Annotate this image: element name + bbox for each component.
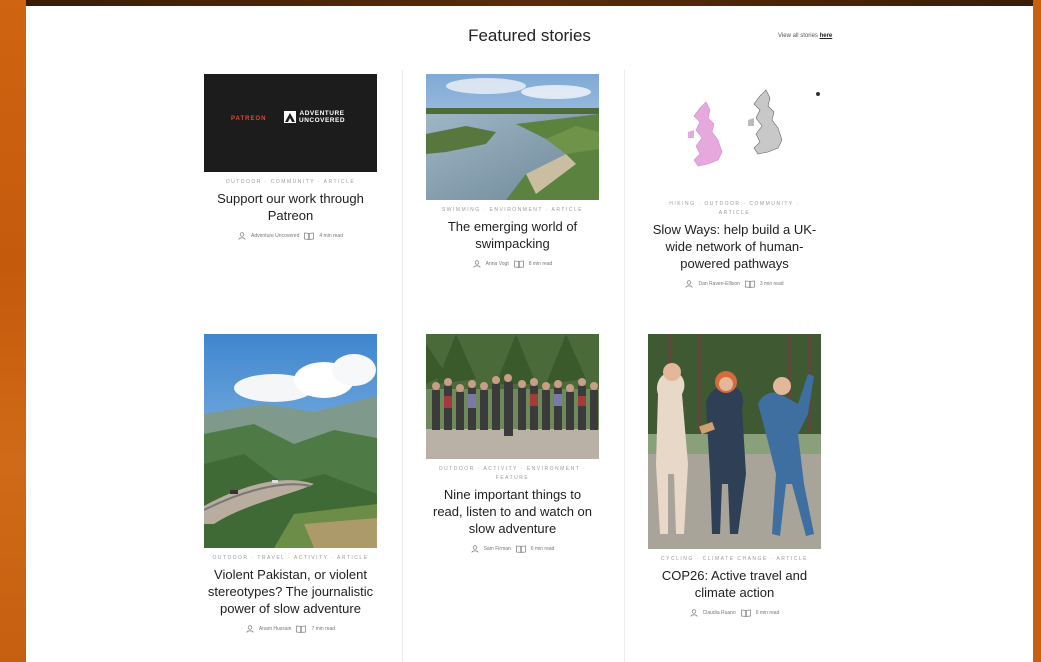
adventure-uncovered-logo: ADVENTURE UNCOVERED <box>284 110 345 124</box>
story-title[interactable]: COP26: Active travel and climate action <box>648 567 821 601</box>
section-title: Featured stories <box>468 26 591 45</box>
column-divider <box>402 70 403 662</box>
mountain-valley-road-image <box>204 334 377 548</box>
book-icon <box>515 545 526 553</box>
story-read-time: 6 min read <box>530 546 555 552</box>
story-read-time: 6 min read <box>755 610 780 616</box>
user-icon <box>238 232 246 240</box>
story-thumbnail[interactable] <box>204 334 377 548</box>
book-icon <box>513 260 524 268</box>
story-card-swimpacking[interactable]: SWIMMING · ENVIRONMENT · ARTICLE The eme… <box>426 74 599 268</box>
view-all-prefix: View all stories <box>778 33 820 39</box>
story-author[interactable]: Adventure Uncovered <box>251 233 299 239</box>
story-read-time: 4 min read <box>319 233 343 239</box>
story-read-time: 7 min read <box>311 626 336 632</box>
story-thumbnail[interactable] <box>648 74 821 194</box>
story-author[interactable]: Anna Vogt <box>486 261 509 267</box>
user-icon <box>690 609 698 617</box>
story-card-cop26[interactable]: CYCLING · CLIMATE CHANGE · ARTICLE COP26… <box>648 334 821 617</box>
story-card-patreon[interactable]: PATREON ADVENTURE UNCOVERED OUTDOOR · CO… <box>204 74 377 240</box>
right-border-decoration <box>1033 0 1041 662</box>
view-all-here-link[interactable]: here <box>820 33 833 39</box>
logo-line-1: ADVENTURE <box>299 110 345 117</box>
story-author[interactable]: Claudia Ruano <box>703 610 736 616</box>
patreon-logo-text: PATREON <box>231 116 267 122</box>
book-icon <box>740 609 751 617</box>
logo-line-2: UNCOVERED <box>299 117 346 124</box>
story-read-time: 3 min read <box>759 281 784 287</box>
story-card-slow-ways[interactable]: HIKING · OUTDOOR · COMMUNITY · ARTICLE S… <box>648 74 821 288</box>
story-tags: OUTDOOR · ACTIVITY · ENVIRONMENT · FEATU… <box>438 466 587 481</box>
book-icon <box>296 625 307 633</box>
story-author[interactable]: Dan Raven-Ellison <box>698 281 739 287</box>
story-author[interactable]: Sam Firman <box>484 546 511 552</box>
story-meta: Adventure Uncovered 4 min read <box>204 232 377 240</box>
hiking-group-image <box>426 334 599 459</box>
story-thumbnail[interactable] <box>648 334 821 549</box>
left-border-decoration <box>0 0 26 662</box>
story-title[interactable]: Nine important things to read, listen to… <box>426 486 599 537</box>
story-meta: Anam Hussain 7 min read <box>204 625 377 633</box>
story-author[interactable]: Anam Hussain <box>259 626 292 632</box>
column-divider <box>624 70 625 662</box>
story-tags: OUTDOOR · TRAVEL · ACTIVITY · ARTICLE <box>212 555 369 561</box>
story-title[interactable]: The emerging world of swimpacking <box>426 218 599 252</box>
story-tags: SWIMMING · ENVIRONMENT · ARTICLE <box>441 207 584 213</box>
story-read-time: 8 min read <box>528 261 553 267</box>
story-thumbnail[interactable] <box>426 334 599 459</box>
book-icon <box>304 232 315 240</box>
story-title[interactable]: Violent Pakistan, or violent stereotypes… <box>204 566 377 617</box>
user-icon <box>246 625 254 633</box>
story-tags: OUTDOOR · COMMUNITY · ARTICLE <box>225 179 356 185</box>
uk-maps-image <box>688 89 783 167</box>
story-meta: Anna Vogt 8 min read <box>426 260 599 268</box>
cyclists-celebrating-image <box>648 334 821 549</box>
story-meta: Dan Raven-Ellison 3 min read <box>648 280 821 288</box>
book-icon <box>744 280 755 288</box>
mountain-logo-icon <box>284 111 296 123</box>
story-tags: CYCLING · CLIMATE CHANGE · ARTICLE <box>661 556 808 562</box>
river-landscape-image <box>426 74 599 200</box>
featured-stories-section: Featured stories View all stories here P… <box>26 6 1033 662</box>
user-icon <box>473 260 481 268</box>
story-thumbnail[interactable] <box>426 74 599 200</box>
user-icon <box>470 545 479 553</box>
story-card-nine-things[interactable]: OUTDOOR · ACTIVITY · ENVIRONMENT · FEATU… <box>426 334 599 553</box>
story-title[interactable]: Slow Ways: help build a UK-wide network … <box>648 221 821 272</box>
story-tags: HIKING · OUTDOOR · COMMUNITY · ARTICLE <box>669 201 800 216</box>
story-meta: Claudia Ruano 6 min read <box>648 609 821 617</box>
map-marker-icon <box>816 92 820 96</box>
view-all-stories-link[interactable]: View all stories here <box>778 33 832 39</box>
user-icon <box>685 280 694 288</box>
story-card-pakistan[interactable]: OUTDOOR · TRAVEL · ACTIVITY · ARTICLE Vi… <box>204 334 377 633</box>
story-title[interactable]: Support our work through Patreon <box>204 190 377 224</box>
story-meta: Sam Firman 6 min read <box>426 545 599 553</box>
story-thumbnail[interactable]: PATREON ADVENTURE UNCOVERED <box>204 74 377 172</box>
